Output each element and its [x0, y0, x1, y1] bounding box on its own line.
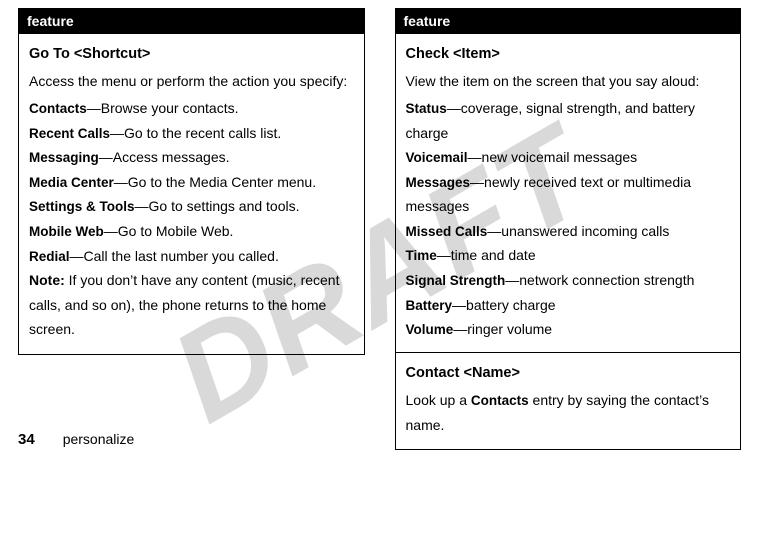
term-contacts: Contacts — [29, 101, 87, 116]
def-mediacenter: Go to the Media Center menu. — [128, 174, 316, 190]
term-messaging: Messaging — [29, 150, 99, 165]
contact-desc-pre: Look up a — [406, 392, 471, 408]
right-feature-table: feature Check <Item> View the item on th… — [395, 8, 742, 450]
term-mobileweb: Mobile Web — [29, 224, 104, 239]
note-label: Note: — [29, 272, 65, 288]
def-signalstrength: network connection strength — [519, 272, 694, 288]
term-recentcalls: Recent Calls — [29, 126, 110, 141]
goto-note: Note: If you don’t have any content (mus… — [29, 268, 354, 342]
goto-item-messaging: Messaging—Access messages. — [29, 145, 354, 170]
goto-title: Go To <Shortcut> — [29, 42, 354, 67]
goto-desc: Access the menu or perform the action yo… — [29, 69, 354, 94]
goto-item-contacts: Contacts—Browse your contacts. — [29, 96, 354, 121]
def-volume: ringer volume — [467, 321, 552, 337]
term-time: Time — [406, 248, 437, 263]
check-item-battery: Battery—battery charge — [406, 293, 731, 318]
term-redial: Redial — [29, 249, 70, 264]
def-mobileweb: Go to Mobile Web. — [118, 223, 234, 239]
contact-title: Contact <Name> — [406, 361, 731, 386]
left-table-header: feature — [19, 9, 364, 33]
goto-item-recentcalls: Recent Calls—Go to the recent calls list… — [29, 121, 354, 146]
term-missedcalls: Missed Calls — [406, 224, 488, 239]
check-item-time: Time—time and date — [406, 243, 731, 268]
term-status: Status — [406, 101, 447, 116]
check-title: Check <Item> — [406, 42, 731, 67]
def-voicemail: new voicemail messages — [482, 149, 638, 165]
goto-item-redial: Redial—Call the last number you called. — [29, 244, 354, 269]
contact-desc-term: Contacts — [471, 393, 529, 408]
def-redial: Call the last number you called. — [84, 248, 279, 264]
check-item-volume: Volume—ringer volume — [406, 317, 731, 342]
section-name: personalize — [63, 431, 135, 447]
right-table-header: feature — [396, 9, 741, 33]
right-cell-check: Check <Item> View the item on the screen… — [396, 33, 741, 352]
term-voicemail: Voicemail — [406, 150, 468, 165]
def-settings: Go to settings and tools. — [149, 198, 300, 214]
check-item-messages: Messages—newly received text or multimed… — [406, 170, 731, 219]
check-item-status: Status—coverage, signal strength, and ba… — [406, 96, 731, 145]
def-missedcalls: unanswered incoming calls — [501, 223, 669, 239]
check-desc: View the item on the screen that you say… — [406, 69, 731, 94]
def-status: coverage, signal strength, and battery c… — [406, 100, 696, 141]
contact-desc: Look up a Contacts entry by saying the c… — [406, 388, 731, 437]
check-item-missedcalls: Missed Calls—unanswered incoming calls — [406, 219, 731, 244]
right-column: feature Check <Item> View the item on th… — [395, 8, 742, 450]
def-battery: battery charge — [466, 297, 556, 313]
term-mediacenter: Media Center — [29, 175, 114, 190]
page-content: feature Go To <Shortcut> Access the menu… — [0, 0, 759, 460]
term-settings: Settings & Tools — [29, 199, 135, 214]
check-item-voicemail: Voicemail—new voicemail messages — [406, 145, 731, 170]
def-contacts: Browse your contacts. — [101, 100, 239, 116]
def-recentcalls: Go to the recent calls list. — [124, 125, 281, 141]
left-column: feature Go To <Shortcut> Access the menu… — [18, 8, 365, 450]
page-footer: 34 personalize — [18, 431, 134, 448]
left-feature-table: feature Go To <Shortcut> Access the menu… — [18, 8, 365, 355]
page-number: 34 — [18, 431, 35, 448]
left-cell-goto: Go To <Shortcut> Access the menu or perf… — [19, 33, 364, 354]
term-volume: Volume — [406, 322, 454, 337]
def-time: time and date — [451, 247, 536, 263]
note-text: If you don’t have any content (music, re… — [29, 272, 339, 337]
check-item-signalstrength: Signal Strength—network connection stren… — [406, 268, 731, 293]
term-battery: Battery — [406, 298, 453, 313]
goto-item-mobileweb: Mobile Web—Go to Mobile Web. — [29, 219, 354, 244]
goto-item-settings: Settings & Tools—Go to settings and tool… — [29, 194, 354, 219]
right-cell-contact: Contact <Name> Look up a Contacts entry … — [396, 352, 741, 450]
goto-item-mediacenter: Media Center—Go to the Media Center menu… — [29, 170, 354, 195]
term-messages: Messages — [406, 175, 471, 190]
term-signalstrength: Signal Strength — [406, 273, 506, 288]
def-messaging: Access messages. — [113, 149, 230, 165]
